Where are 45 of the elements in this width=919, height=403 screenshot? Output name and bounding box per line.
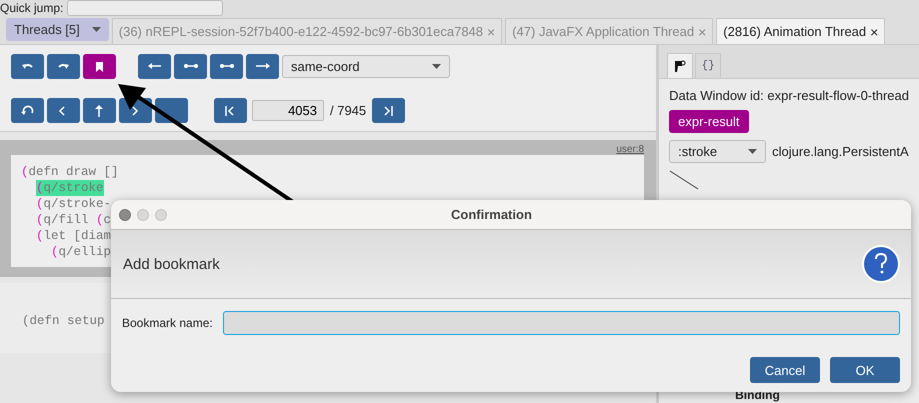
- code-line: (defn draw []: [21, 164, 119, 180]
- dialog-header: Add bookmark: [123, 256, 220, 272]
- dropdown-arrow-icon: [432, 64, 441, 69]
- quick-jump-label: Quick jump:: [0, 0, 64, 14]
- dialog-button[interactable]: Cancel: [750, 357, 820, 383]
- panel-tab[interactable]: [667, 53, 694, 78]
- code-line: (q/fill (c: [36, 212, 112, 228]
- code-line: (q/ellip: [51, 244, 112, 260]
- toolbar-button[interactable]: [210, 54, 243, 79]
- dropdown-arrow-icon: [748, 149, 758, 154]
- expr-result-button[interactable]: expr-result: [669, 110, 749, 133]
- thread-tab[interactable]: (2816) Animation Thread ×: [716, 18, 886, 44]
- toolbar-button[interactable]: [83, 54, 116, 79]
- source-link[interactable]: user:8: [616, 144, 644, 155]
- step-total: / 7945: [330, 103, 366, 118]
- key-dropdown[interactable]: :stroke: [669, 140, 766, 163]
- close-button[interactable]: ×: [870, 24, 878, 40]
- code-line: (let [diam: [36, 228, 112, 244]
- code-line: (q/stroke-: [36, 196, 112, 212]
- mode-dropdown[interactable]: same-coord: [282, 55, 450, 78]
- question-icon: [861, 244, 901, 284]
- quick-jump-field[interactable]: [67, 0, 224, 16]
- rotate-icon: [20, 104, 34, 116]
- window-control[interactable]: [119, 208, 131, 220]
- step-field[interactable]: 4053: [252, 100, 324, 121]
- toolbar-button[interactable]: [372, 98, 406, 123]
- toolbar-button[interactable]: [83, 98, 116, 123]
- toolbar-button[interactable]: [246, 54, 279, 79]
- flag-icon: [674, 60, 686, 72]
- toolbar-button[interactable]: [11, 98, 44, 123]
- dialog-button[interactable]: OK: [830, 357, 900, 383]
- dropdown-arrow-icon: [92, 27, 101, 32]
- field-label: Bookmark name:: [122, 316, 213, 330]
- code-line: (defn setup: [22, 313, 105, 329]
- skip-last-icon: [382, 104, 396, 116]
- panel-tab[interactable]: {}: [695, 53, 722, 78]
- dialog-title: Confirmation: [451, 207, 532, 222]
- diagonal-line-icon: [669, 170, 700, 190]
- threads-dropdown[interactable]: Threads [5]: [6, 18, 109, 41]
- type-label: clojure.lang.PersistentA: [772, 144, 909, 159]
- bookmark-name-field[interactable]: [222, 311, 900, 335]
- data-window-id: Data Window id: expr-result-flow-0-thread: [669, 88, 909, 103]
- toolbar-button[interactable]: [214, 98, 247, 123]
- toolbar-button[interactable]: [174, 54, 207, 79]
- toolbar-button[interactable]: [138, 54, 171, 79]
